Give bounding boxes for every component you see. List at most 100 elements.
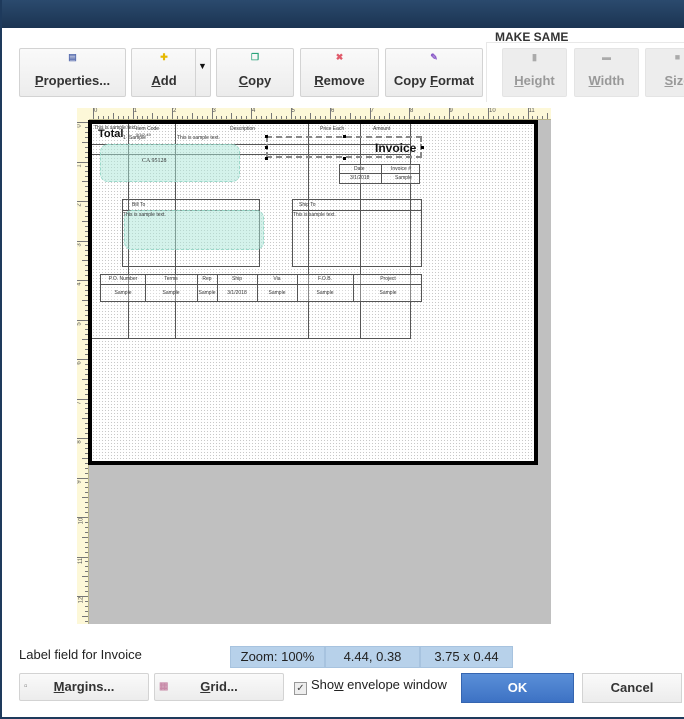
show-envelope-window-checkbox[interactable]: ✓ Show envelope window (294, 677, 447, 695)
copy-button[interactable]: ❐ Copy (216, 48, 294, 97)
resize-handle[interactable] (343, 157, 346, 160)
ruler-tick (478, 116, 480, 119)
remove-icon: ✖ (335, 52, 344, 62)
grid-button[interactable]: ▦ Grid... (154, 673, 284, 701)
ruler-tick (85, 566, 88, 568)
ruler-tick-label: 7 (370, 108, 374, 114)
grid-label: rid... (210, 679, 238, 694)
ruler-tick (399, 116, 401, 119)
ruler-tick (394, 116, 396, 119)
envelope-mnemonic: w (334, 677, 344, 692)
make-same-size-button[interactable]: ■ Size (645, 48, 684, 97)
info-table[interactable]: P.O. Number Sample Terms Sample Rep Sample Shi… (100, 274, 422, 302)
resize-handle[interactable] (265, 146, 268, 149)
make-same-height-button[interactable]: ▮ Height (502, 48, 567, 97)
ruler-tick (221, 116, 223, 119)
ok-button[interactable]: OK (461, 673, 574, 703)
amount-header[interactable]: Amount (373, 126, 390, 132)
ruler-tick (201, 116, 203, 119)
ruler-tick (453, 116, 455, 119)
total-label[interactable]: Total (98, 128, 123, 140)
info-table-header[interactable]: Terms (145, 276, 197, 282)
address-field-highlight[interactable] (100, 144, 240, 182)
resize-handle[interactable] (421, 146, 424, 149)
ruler-tick (374, 116, 376, 119)
ruler-tick (85, 512, 88, 514)
bill-to-label[interactable]: Bill To (132, 202, 145, 208)
ruler-tick-label: 4 (77, 282, 83, 286)
info-table-value[interactable]: Sample (297, 290, 353, 296)
date-value[interactable]: 3/1/2018 (350, 175, 369, 181)
ruler-tick (502, 116, 504, 119)
cancel-button[interactable]: Cancel (582, 673, 682, 703)
resize-handle[interactable] (343, 135, 346, 138)
info-table-header[interactable]: Project (353, 276, 423, 282)
resize-handle[interactable] (265, 157, 268, 160)
bill-to-text[interactable]: This is sample text. (123, 212, 166, 218)
ruler-tick (85, 581, 88, 583)
info-table-value[interactable]: Sample (197, 290, 217, 296)
copy-format-button[interactable]: ✎ Copy Format (385, 48, 483, 97)
ship-to-label[interactable]: Ship To (299, 202, 316, 208)
invoice-title[interactable]: Invoice (375, 141, 416, 155)
ruler-tick (300, 116, 302, 119)
add-dropdown-button[interactable] (195, 48, 210, 97)
layout-designer-window: ▤ Properties... ✚ Add ▼ ❐ Copy ✖ Remove … (0, 0, 684, 719)
info-table-header[interactable]: F.O.B. (297, 276, 353, 282)
ruler-tick (82, 576, 88, 578)
info-table-value[interactable]: Sample (257, 290, 297, 296)
ruler-tick (97, 116, 99, 119)
checkbox-box[interactable]: ✓ (294, 682, 307, 695)
info-table-header[interactable]: P.O. Number (101, 276, 145, 282)
ruler-tick (85, 531, 88, 533)
invoice-number-value[interactable]: Sample (395, 175, 412, 181)
copy-format-label-pre: Copy (393, 73, 431, 88)
ruler-tick (172, 108, 173, 119)
margins-button[interactable]: ▫ Margins... (19, 673, 149, 701)
ruler-tick (241, 116, 243, 119)
ruler-tick (162, 116, 164, 119)
ruler-tick (409, 108, 410, 119)
ruler-tick-label: 7 (77, 400, 83, 405)
info-table-value[interactable]: 3/1/2018 (217, 290, 257, 296)
properties-button[interactable]: ▤ Properties... (19, 48, 126, 97)
info-table-header[interactable]: Ship (217, 276, 257, 282)
price-each-header[interactable]: Price Each (320, 126, 344, 132)
ruler-tick (85, 467, 88, 469)
height-mnemonic: H (514, 73, 524, 88)
invoice-number-label[interactable]: Invoice # (391, 166, 411, 172)
info-table-header[interactable]: Rep (197, 276, 217, 282)
ruler-tick (85, 561, 88, 563)
info-table-value[interactable]: Sample (353, 290, 423, 296)
ship-to-text[interactable]: This is sample text. (293, 212, 336, 218)
make-same-width-button[interactable]: ▬ Width (574, 48, 639, 97)
qty-value[interactable]: 1 (123, 135, 126, 141)
remove-button[interactable]: ✖ Remove (300, 48, 379, 97)
description-header[interactable]: Description (230, 126, 255, 132)
ruler-tick (85, 586, 88, 588)
date-label[interactable]: Date (354, 166, 365, 172)
position-indicator: 4.44, 0.38 (325, 646, 420, 668)
item-code-value[interactable]: Sample (129, 135, 146, 141)
invoice-page[interactable]: This is sample text. Total Item Code 5/1… (88, 120, 538, 465)
chevron-down-icon[interactable]: ▼ (198, 61, 207, 71)
ruler-tick (226, 116, 228, 119)
info-table-value[interactable]: Sample (101, 290, 145, 296)
ruler-tick (246, 116, 248, 119)
resize-handle[interactable] (265, 135, 268, 138)
ruler-tick (196, 116, 198, 119)
ruler-tick (85, 571, 88, 573)
ruler-tick (82, 615, 88, 617)
description-value[interactable]: This is sample text. (177, 135, 220, 141)
grid-mnemonic: G (200, 679, 211, 694)
ruler-tick (260, 116, 262, 119)
width-mnemonic: W (588, 73, 601, 88)
ruler-tick (85, 507, 88, 509)
margins-mnemonic: M (53, 679, 65, 694)
info-table-value[interactable]: Sample (145, 290, 197, 296)
info-table-header[interactable]: Via (257, 276, 297, 282)
ruler-tick-label: 6 (77, 361, 83, 365)
ruler-tick-label: 3 (212, 108, 216, 114)
ruler-tick (117, 116, 119, 119)
company-address[interactable]: CA 95128 (142, 158, 167, 164)
